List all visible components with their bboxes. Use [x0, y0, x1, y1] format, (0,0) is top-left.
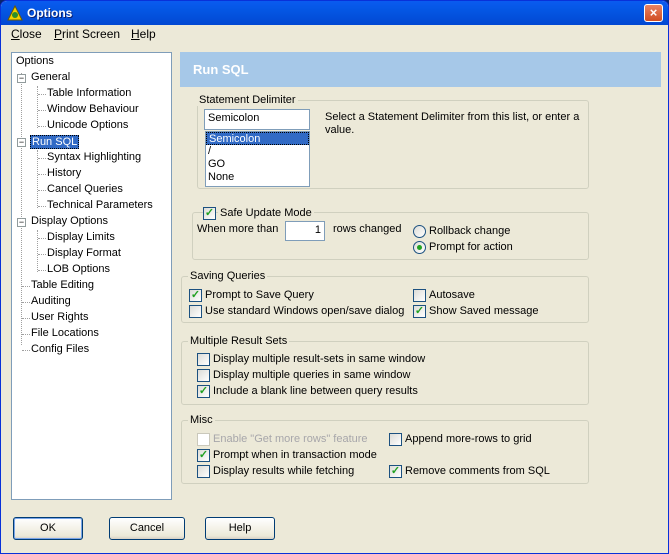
- tree-item-file-locations[interactable]: File Locations: [31, 327, 99, 341]
- tree-item-options[interactable]: Options: [16, 55, 54, 69]
- tree-item-run-sql[interactable]: Run SQL: [30, 135, 80, 149]
- enable-get-more-checkbox[interactable]: [197, 433, 210, 446]
- tree-item-history[interactable]: History: [47, 167, 81, 181]
- saving-queries-title: Saving Queries: [188, 270, 268, 282]
- options-tree[interactable]: Options − General Table Information Wind…: [11, 52, 172, 500]
- page-header: Run SQL: [180, 52, 661, 87]
- tree-item-unicode-options[interactable]: Unicode Options: [47, 119, 128, 133]
- menu-bar: Close Print Screen Help: [1, 25, 668, 45]
- delimiter-listbox[interactable]: Semicolon / GO None: [205, 131, 310, 187]
- blank-line-checkbox[interactable]: ✓: [197, 385, 210, 398]
- display-while-fetching-checkbox[interactable]: [197, 465, 210, 478]
- append-more-rows-checkbox[interactable]: [389, 433, 402, 446]
- collapse-icon[interactable]: −: [17, 138, 26, 147]
- remove-comments-label: Remove comments from SQL: [405, 465, 550, 477]
- multiple-result-sets-checkbox[interactable]: [197, 353, 210, 366]
- use-standard-dialog-checkbox[interactable]: [189, 305, 202, 318]
- menu-close[interactable]: Close: [11, 27, 42, 41]
- tree-item-table-editing[interactable]: Table Editing: [31, 279, 94, 293]
- display-while-fetching-label: Display results while fetching: [213, 465, 355, 477]
- tree-item-config-files[interactable]: Config Files: [31, 343, 89, 357]
- when-more-than-label: When more than: [197, 223, 279, 235]
- safe-update-label: Safe Update Mode: [218, 207, 314, 219]
- help-button[interactable]: Help: [205, 517, 275, 540]
- prompt-to-save-checkbox[interactable]: ✓: [189, 289, 202, 302]
- tree-item-technical-parameters[interactable]: Technical Parameters: [47, 199, 153, 213]
- prompt-transaction-label: Prompt when in transaction mode: [213, 449, 377, 461]
- tree-item-window-behaviour[interactable]: Window Behaviour: [47, 103, 139, 117]
- collapse-icon[interactable]: −: [17, 218, 26, 227]
- page-title: Run SQL: [193, 62, 249, 77]
- delimiter-option[interactable]: None: [206, 171, 309, 184]
- rows-changed-label: rows changed: [333, 223, 402, 235]
- blank-line-label: Include a blank line between query resul…: [213, 385, 418, 397]
- tree-item-general[interactable]: General: [31, 71, 70, 85]
- use-standard-dialog-label: Use standard Windows open/save dialog: [205, 305, 405, 317]
- tree-item-table-information[interactable]: Table Information: [47, 87, 131, 101]
- rollback-change-radio[interactable]: [413, 225, 426, 238]
- app-icon: [7, 5, 23, 21]
- delimiter-help-text: Select a Statement Delimiter from this l…: [325, 111, 580, 123]
- autosave-checkbox[interactable]: [413, 289, 426, 302]
- delimiter-input[interactable]: Semicolon: [204, 109, 310, 130]
- title-bar[interactable]: Options ×: [1, 1, 668, 25]
- rows-threshold-input[interactable]: 1: [285, 221, 325, 241]
- multiple-queries-checkbox[interactable]: [197, 369, 210, 382]
- tree-item-cancel-queries[interactable]: Cancel Queries: [47, 183, 123, 197]
- tree-item-syntax-highlighting[interactable]: Syntax Highlighting: [47, 151, 141, 165]
- rollback-change-label: Rollback change: [429, 225, 511, 237]
- delimiter-option[interactable]: Semicolon: [206, 132, 309, 145]
- show-saved-message-checkbox[interactable]: ✓: [413, 305, 426, 318]
- prompt-for-action-radio[interactable]: [413, 241, 426, 254]
- prompt-for-action-label: Prompt for action: [429, 241, 513, 253]
- delimiter-help-text: value.: [325, 124, 355, 136]
- menu-print-screen[interactable]: Print Screen: [54, 27, 120, 41]
- collapse-icon[interactable]: −: [17, 74, 26, 83]
- remove-comments-checkbox[interactable]: ✓: [389, 465, 402, 478]
- safe-update-checkbox[interactable]: ✓: [203, 207, 216, 220]
- tree-item-lob-options[interactable]: LOB Options: [47, 263, 110, 277]
- prompt-transaction-checkbox[interactable]: ✓: [197, 449, 210, 462]
- tree-item-auditing[interactable]: Auditing: [31, 295, 71, 309]
- autosave-label: Autosave: [429, 289, 475, 301]
- statement-delimiter-title: Statement Delimiter: [197, 94, 298, 106]
- show-saved-message-label: Show Saved message: [429, 305, 539, 317]
- menu-help[interactable]: Help: [131, 27, 156, 41]
- tree-item-display-limits[interactable]: Display Limits: [47, 231, 115, 245]
- tree-item-display-options[interactable]: Display Options: [31, 215, 108, 229]
- multiple-result-sets-label: Display multiple result-sets in same win…: [213, 353, 426, 365]
- safe-update-group: [192, 212, 589, 260]
- prompt-to-save-label: Prompt to Save Query: [205, 289, 314, 301]
- window-title: Options: [27, 6, 73, 20]
- options-window: Options × Close Print Screen Help Option…: [0, 0, 669, 554]
- enable-get-more-label: Enable "Get more rows" feature: [213, 433, 368, 445]
- ok-button[interactable]: OK: [13, 517, 83, 540]
- delimiter-option[interactable]: /: [206, 145, 309, 158]
- tree-item-user-rights[interactable]: User Rights: [31, 311, 88, 325]
- misc-title: Misc: [188, 414, 215, 426]
- append-more-rows-label: Append more-rows to grid: [405, 433, 532, 445]
- tree-item-display-format[interactable]: Display Format: [47, 247, 121, 261]
- multiple-result-sets-title: Multiple Result Sets: [188, 335, 290, 347]
- delimiter-option[interactable]: GO: [206, 158, 309, 171]
- close-window-button[interactable]: ×: [644, 4, 663, 22]
- multiple-queries-label: Display multiple queries in same window: [213, 369, 411, 381]
- cancel-button[interactable]: Cancel: [109, 517, 185, 540]
